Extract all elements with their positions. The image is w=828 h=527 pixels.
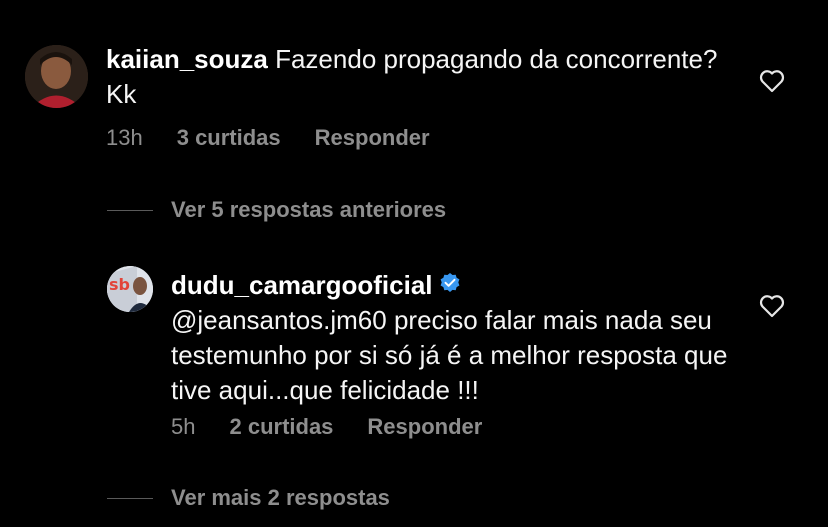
heart-icon[interactable] [759,69,785,93]
avatar-photo [25,45,88,108]
verified-badge-icon [439,268,461,303]
avatar-photo: sb [107,266,153,312]
divider-line [107,209,153,211]
comment-body: dudu_camargooficial @jeansantos.jm60 prec… [171,268,751,408]
comment-likes[interactable]: 3 curtidas [177,125,281,151]
comments-screen: kaiian_souza Fazendo propagando da conco… [0,0,828,527]
comment-username[interactable]: dudu_camargooficial [171,270,433,300]
comment-likes[interactable]: 2 curtidas [229,414,333,440]
comment-meta: 5h 2 curtidas Responder [171,414,482,440]
view-previous-replies-button[interactable]: Ver 5 respostas anteriores [107,197,446,223]
comment-username[interactable]: kaiian_souza [106,44,268,74]
comment-meta: 13h 3 curtidas Responder [106,125,430,151]
reply-button[interactable]: Responder [367,414,482,440]
comment-body: kaiian_souza Fazendo propagando da conco… [106,42,726,112]
heart-icon[interactable] [759,294,785,318]
svg-text:sb: sb [109,275,130,294]
view-more-replies-button[interactable]: Ver mais 2 respostas [107,485,390,511]
reply-button[interactable]: Responder [315,125,430,151]
view-more-replies-label: Ver mais 2 respostas [171,485,390,510]
comment-time: 13h [106,125,143,150]
avatar[interactable] [25,45,88,108]
view-previous-replies-label: Ver 5 respostas anteriores [171,197,447,222]
avatar[interactable]: sb [107,266,153,312]
divider-line [107,497,153,499]
comment-text: @jeansantos.jm60 preciso falar mais nada… [171,305,728,405]
comment-time: 5h [171,414,196,439]
